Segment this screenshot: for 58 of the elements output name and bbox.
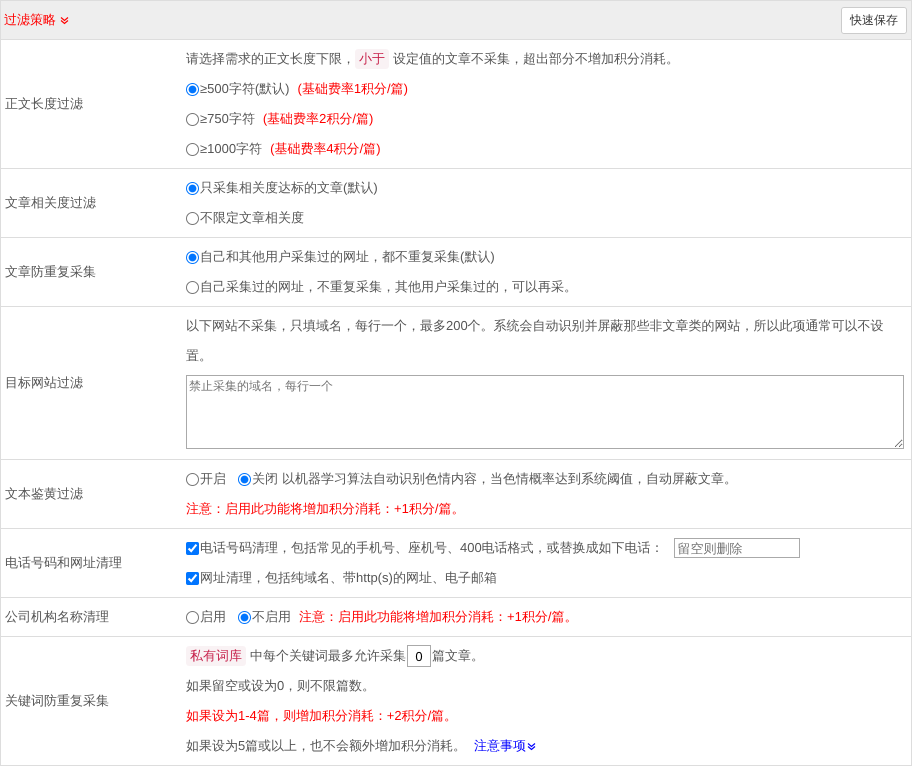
option-label: 启用 [200, 608, 226, 626]
warning-text: (基础费率4积分/篇) [270, 140, 381, 158]
section-title: 过滤策略 [4, 11, 56, 29]
notes-link[interactable]: 注意事项 [474, 731, 536, 761]
setting-label: 电话号码和网址清理 [5, 554, 122, 572]
option-label: 不限定文章相关度 [200, 209, 304, 227]
setting-label: 目标网站过滤 [5, 374, 83, 392]
warning-text: 如果设为1-4篇，则增加积分消耗：+2积分/篇。 [186, 707, 458, 725]
chevron-down-icon [527, 742, 536, 750]
quick-save-button[interactable]: 快速保存 [841, 6, 907, 34]
description-text: 以下网站不采集，只填域名，每行一个，最多200个。系统会自动识别并屏蔽那些非文章类的网站，所以此项通常可以不设置。 [186, 317, 885, 365]
description-text: 以机器学习算法自动识别色情内容，当色情概率达到系统阈值，自动屏蔽文章。 [282, 470, 737, 488]
description-text: 如果留空或设为0，则不限篇数。 [186, 677, 376, 695]
radio-button[interactable] [238, 472, 251, 486]
radio-button[interactable] [186, 142, 199, 156]
radio-button[interactable] [186, 280, 199, 294]
setting-label: 关键词防重复采集 [5, 692, 109, 710]
radio-button[interactable] [186, 182, 199, 194]
highlight-tag: 小于 [355, 49, 389, 69]
warning-text: (基础费率2积分/篇) [262, 110, 374, 128]
setting-label: 文章相关度过滤 [5, 194, 96, 212]
option-label: 不启用 [252, 608, 291, 626]
radio-button[interactable] [186, 472, 199, 486]
option-label: 只采集相关度达标的文章(默认) [200, 179, 378, 197]
option-label: 关闭 [252, 470, 278, 488]
option-label: 电话号码清理，包括常见的手机号、座机号、400电话格式，或替换成如下电话： [200, 539, 664, 557]
setting-label: 公司机构名称清理 [5, 608, 109, 626]
option-label: 自己和其他用户采集过的网址，都不重复采集(默认) [200, 248, 495, 266]
chevron-down-icon[interactable] [60, 16, 69, 24]
setting-label: 文本鉴黄过滤 [5, 485, 83, 503]
count-input-field[interactable]: 0 [407, 645, 431, 667]
warning-text: 注意：启用此功能将增加积分消耗：+1积分/篇。 [186, 500, 464, 518]
description-text: 篇文章。 [432, 647, 484, 665]
radio-button[interactable] [186, 212, 199, 224]
option-label: 自己采集过的网址，不重复采集，其他用户采集过的，可以再采。 [200, 278, 577, 296]
checkbox[interactable] [186, 572, 199, 584]
option-label: ≥750字符 [200, 110, 255, 128]
option-label: 网址清理，包括纯域名、带http(s)的网址、电子邮箱 [200, 569, 497, 587]
radio-button[interactable] [186, 82, 199, 96]
description-text: 中每个关键词最多允许采集 [250, 647, 406, 665]
radio-button[interactable] [186, 250, 199, 264]
radio-button[interactable] [186, 610, 199, 624]
radio-button[interactable] [238, 610, 251, 624]
radio-button[interactable] [186, 112, 199, 126]
description-text: 设定值的文章不采集，超出部分不增加积分消耗。 [393, 50, 679, 68]
option-label: ≥500字符(默认) [200, 80, 290, 98]
description-text: 如果设为5篇或以上，也不会额外增加积分消耗。 [186, 737, 466, 755]
setting-label: 正文长度过滤 [5, 95, 83, 113]
setting-label: 文章防重复采集 [5, 263, 96, 281]
domain-textarea[interactable]: 禁止采集的域名，每行一个 [186, 375, 904, 449]
option-label: ≥1000字符 [200, 140, 262, 158]
description-text: 请选择需求的正文长度下限， [186, 50, 355, 68]
checkbox[interactable] [186, 542, 199, 554]
warning-text: (基础费率1积分/篇) [297, 80, 408, 98]
phone-input-field[interactable]: 留空则删除 [674, 538, 800, 558]
warning-text: 注意：启用此功能将增加积分消耗：+1积分/篇。 [299, 608, 578, 626]
option-label: 开启 [200, 470, 226, 488]
highlight-tag: 私有词库 [186, 646, 246, 666]
